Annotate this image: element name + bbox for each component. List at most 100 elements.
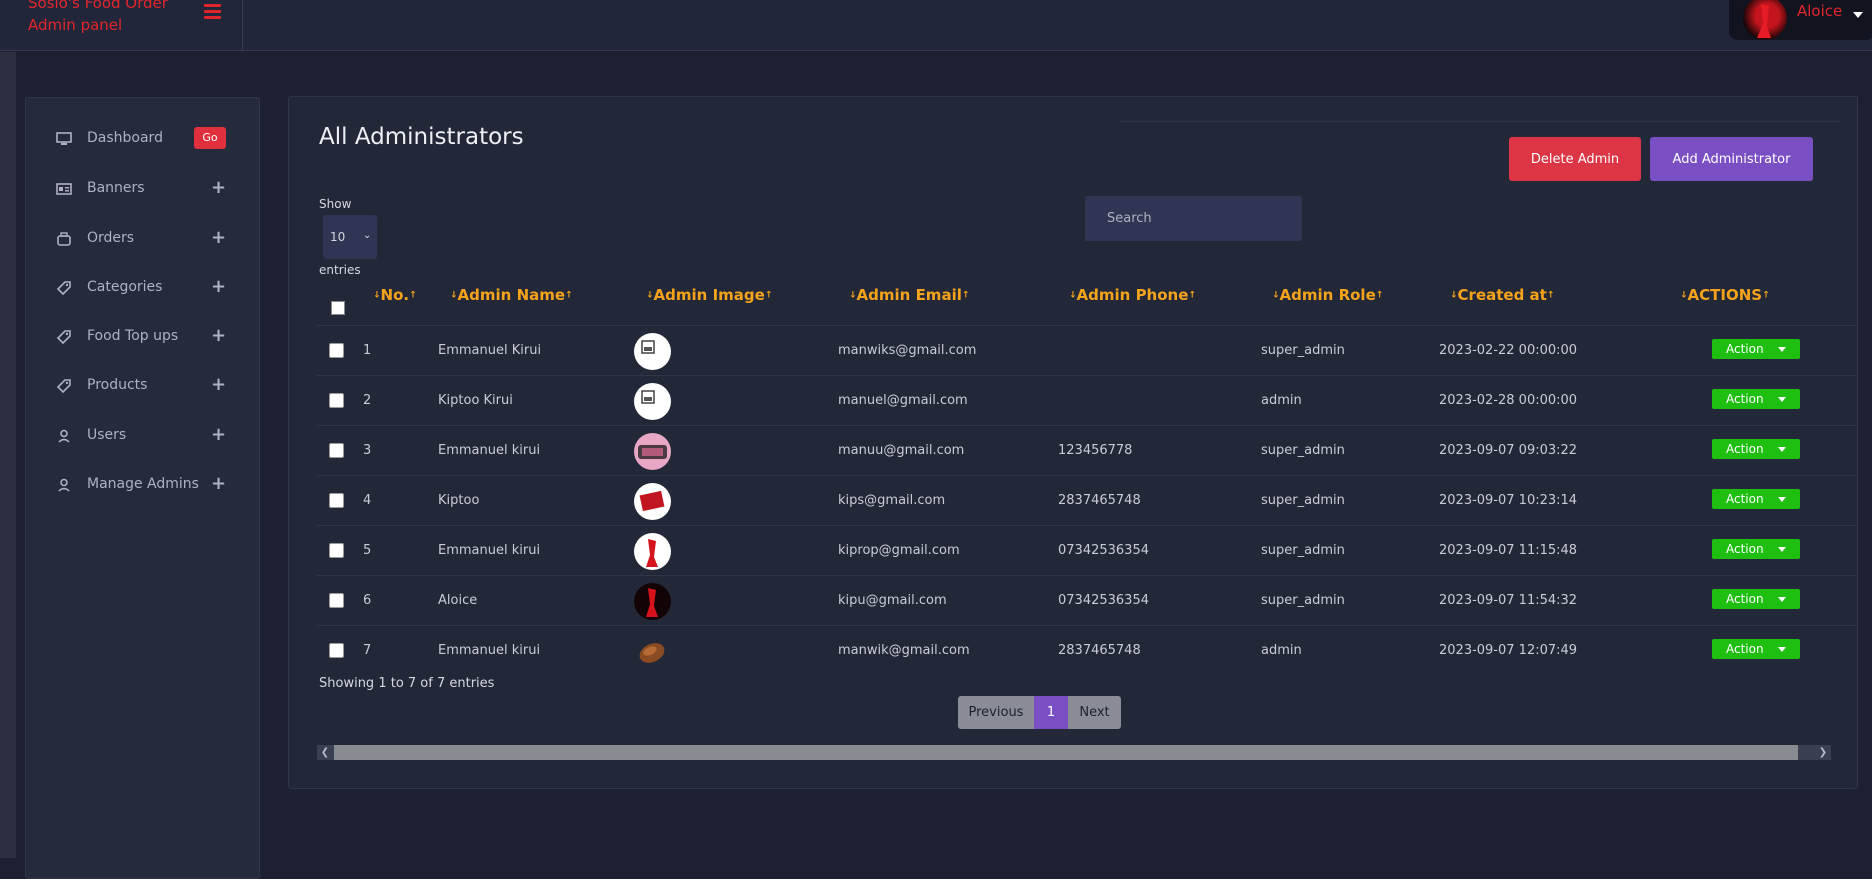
column-header-admin-image[interactable]: ↓Admin Image↑ bbox=[646, 286, 772, 304]
caret-down-icon bbox=[1778, 347, 1786, 352]
sidebar-item-products[interactable]: Products + bbox=[26, 368, 259, 404]
user-icon bbox=[58, 429, 70, 443]
delete-admin-button[interactable]: Delete Admin bbox=[1509, 137, 1641, 181]
top-bar: Sosio's Food Order Admin panel Aloice bbox=[0, 0, 1872, 51]
admin-photo bbox=[634, 483, 671, 520]
row-checkbox[interactable] bbox=[329, 643, 344, 658]
row-checkbox[interactable] bbox=[329, 593, 344, 608]
plus-icon[interactable]: + bbox=[211, 374, 226, 395]
user-name: Aloice bbox=[1797, 2, 1843, 20]
admin-photo bbox=[634, 633, 671, 670]
scroll-right-icon[interactable]: ❯ bbox=[1817, 747, 1829, 758]
row-checkbox[interactable] bbox=[329, 343, 344, 358]
plus-icon[interactable]: + bbox=[211, 424, 226, 445]
banner-icon bbox=[56, 183, 72, 195]
scroll-left-icon[interactable]: ❮ bbox=[319, 747, 331, 758]
column-header-admin-email[interactable]: ↓Admin Email↑ bbox=[849, 286, 969, 304]
admin-email: kiprop@gmail.com bbox=[838, 543, 960, 558]
row-checkbox[interactable] bbox=[329, 393, 344, 408]
column-header-no[interactable]: ↓No.↑ bbox=[373, 286, 417, 304]
entries-select[interactable]: 10 ⌄ bbox=[323, 215, 377, 259]
brand-area: Sosio's Food Order Admin panel bbox=[0, 0, 243, 50]
sidebar: Dashboard Go Banners + Orders + Categori… bbox=[25, 97, 260, 879]
brand-title: Sosio's Food Order bbox=[28, 0, 168, 12]
sidebar-item-label: Banners bbox=[87, 180, 145, 196]
action-dropdown-button[interactable]: Action bbox=[1712, 489, 1800, 509]
table-row: 2 Kiptoo Kirui manuel@gmail.com admin 20… bbox=[317, 375, 1857, 425]
action-dropdown-button[interactable]: Action bbox=[1712, 339, 1800, 359]
brand-subtitle: Admin panel bbox=[28, 16, 123, 34]
plus-icon[interactable]: + bbox=[211, 177, 226, 198]
admin-role: admin bbox=[1261, 393, 1302, 408]
column-header-actions[interactable]: ↓ACTIONS↑ bbox=[1680, 286, 1770, 304]
admin-name: Emmanuel Kirui bbox=[438, 343, 542, 358]
action-dropdown-button[interactable]: Action bbox=[1712, 389, 1800, 409]
pagination-page-1[interactable]: 1 bbox=[1034, 696, 1068, 729]
sidebar-item-categories[interactable]: Categories + bbox=[26, 270, 259, 306]
admin-phone: 07342536354 bbox=[1058, 543, 1149, 558]
sidebar-item-label: Users bbox=[87, 427, 127, 443]
caret-down-icon bbox=[1778, 647, 1786, 652]
table-info: Showing 1 to 7 of 7 entries bbox=[319, 676, 495, 691]
broken-image-icon bbox=[634, 333, 671, 370]
sidebar-item-orders[interactable]: Orders + bbox=[26, 221, 259, 257]
row-number: 2 bbox=[363, 393, 372, 408]
scrollbar-thumb[interactable] bbox=[334, 745, 1798, 760]
plus-icon[interactable]: + bbox=[211, 473, 226, 494]
created-at: 2023-02-22 00:00:00 bbox=[1439, 343, 1578, 358]
table-row: 3 Emmanuel kirui manuu@gmail.com 1234567… bbox=[317, 425, 1857, 475]
search-input[interactable] bbox=[1085, 196, 1302, 241]
sidebar-item-label: Orders bbox=[87, 230, 135, 246]
box-icon bbox=[57, 232, 71, 246]
horizontal-scrollbar[interactable]: ❮ ❯ bbox=[317, 745, 1831, 760]
admin-photo bbox=[634, 533, 671, 570]
user-menu[interactable]: Aloice bbox=[1729, 0, 1872, 40]
sidebar-item-food-top-ups[interactable]: Food Top ups + bbox=[26, 319, 259, 355]
entries-value: 10 bbox=[330, 230, 346, 244]
row-checkbox[interactable] bbox=[329, 443, 344, 458]
caret-down-icon bbox=[1778, 597, 1786, 602]
admin-phone: 123456778 bbox=[1058, 443, 1133, 458]
pagination-previous[interactable]: Previous bbox=[958, 696, 1034, 729]
sidebar-item-label: Food Top ups bbox=[87, 328, 179, 344]
left-edge-strip bbox=[0, 52, 16, 858]
action-dropdown-button[interactable]: Action bbox=[1712, 639, 1800, 659]
divider bbox=[1119, 121, 1839, 122]
table-row: 5 Emmanuel kirui kiprop@gmail.com 073425… bbox=[317, 525, 1857, 575]
sidebar-item-users[interactable]: Users + bbox=[26, 418, 259, 454]
add-administrator-button[interactable]: Add Administrator bbox=[1650, 137, 1813, 181]
row-checkbox[interactable] bbox=[329, 493, 344, 508]
action-dropdown-button[interactable]: Action bbox=[1712, 439, 1800, 459]
sidebar-item-dashboard[interactable]: Dashboard Go bbox=[26, 121, 259, 157]
admin-email: manwik@gmail.com bbox=[838, 643, 970, 658]
column-header-admin-phone[interactable]: ↓Admin Phone↑ bbox=[1069, 286, 1196, 304]
admin-photo bbox=[634, 583, 671, 620]
column-header-created-at[interactable]: ↓Created at↑ bbox=[1450, 286, 1554, 304]
admin-name: Aloice bbox=[438, 593, 478, 608]
plus-icon[interactable]: + bbox=[211, 227, 226, 248]
plus-icon[interactable]: + bbox=[211, 325, 226, 346]
caret-down-icon bbox=[1778, 397, 1786, 402]
action-dropdown-button[interactable]: Action bbox=[1712, 539, 1800, 559]
row-checkbox[interactable] bbox=[329, 543, 344, 558]
plus-icon[interactable]: + bbox=[211, 276, 226, 297]
chevron-down-icon: ⌄ bbox=[363, 230, 372, 241]
admin-role: super_admin bbox=[1261, 593, 1345, 608]
column-header-admin-name[interactable]: ↓Admin Name↑ bbox=[450, 286, 573, 304]
sidebar-item-manage-admins[interactable]: Manage Admins + bbox=[26, 467, 259, 503]
hamburger-menu-icon[interactable] bbox=[204, 4, 221, 19]
created-at: 2023-02-28 00:00:00 bbox=[1439, 393, 1578, 408]
go-badge[interactable]: Go bbox=[194, 127, 226, 149]
tag-icon bbox=[56, 379, 71, 394]
action-dropdown-button[interactable]: Action bbox=[1712, 589, 1800, 609]
sidebar-item-banners[interactable]: Banners + bbox=[26, 171, 259, 207]
pagination-next[interactable]: Next bbox=[1068, 696, 1121, 729]
admin-role: super_admin bbox=[1261, 343, 1345, 358]
admin-phone: 07342536354 bbox=[1058, 593, 1149, 608]
select-all-checkbox[interactable] bbox=[331, 301, 345, 315]
column-header-admin-role[interactable]: ↓Admin Role↑ bbox=[1272, 286, 1383, 304]
admin-name: Kiptoo bbox=[438, 493, 480, 508]
entries-label: entries bbox=[319, 263, 361, 277]
monitor-icon bbox=[56, 132, 72, 145]
table-row: 7 Emmanuel kirui manwik@gmail.com 283746… bbox=[317, 625, 1857, 675]
